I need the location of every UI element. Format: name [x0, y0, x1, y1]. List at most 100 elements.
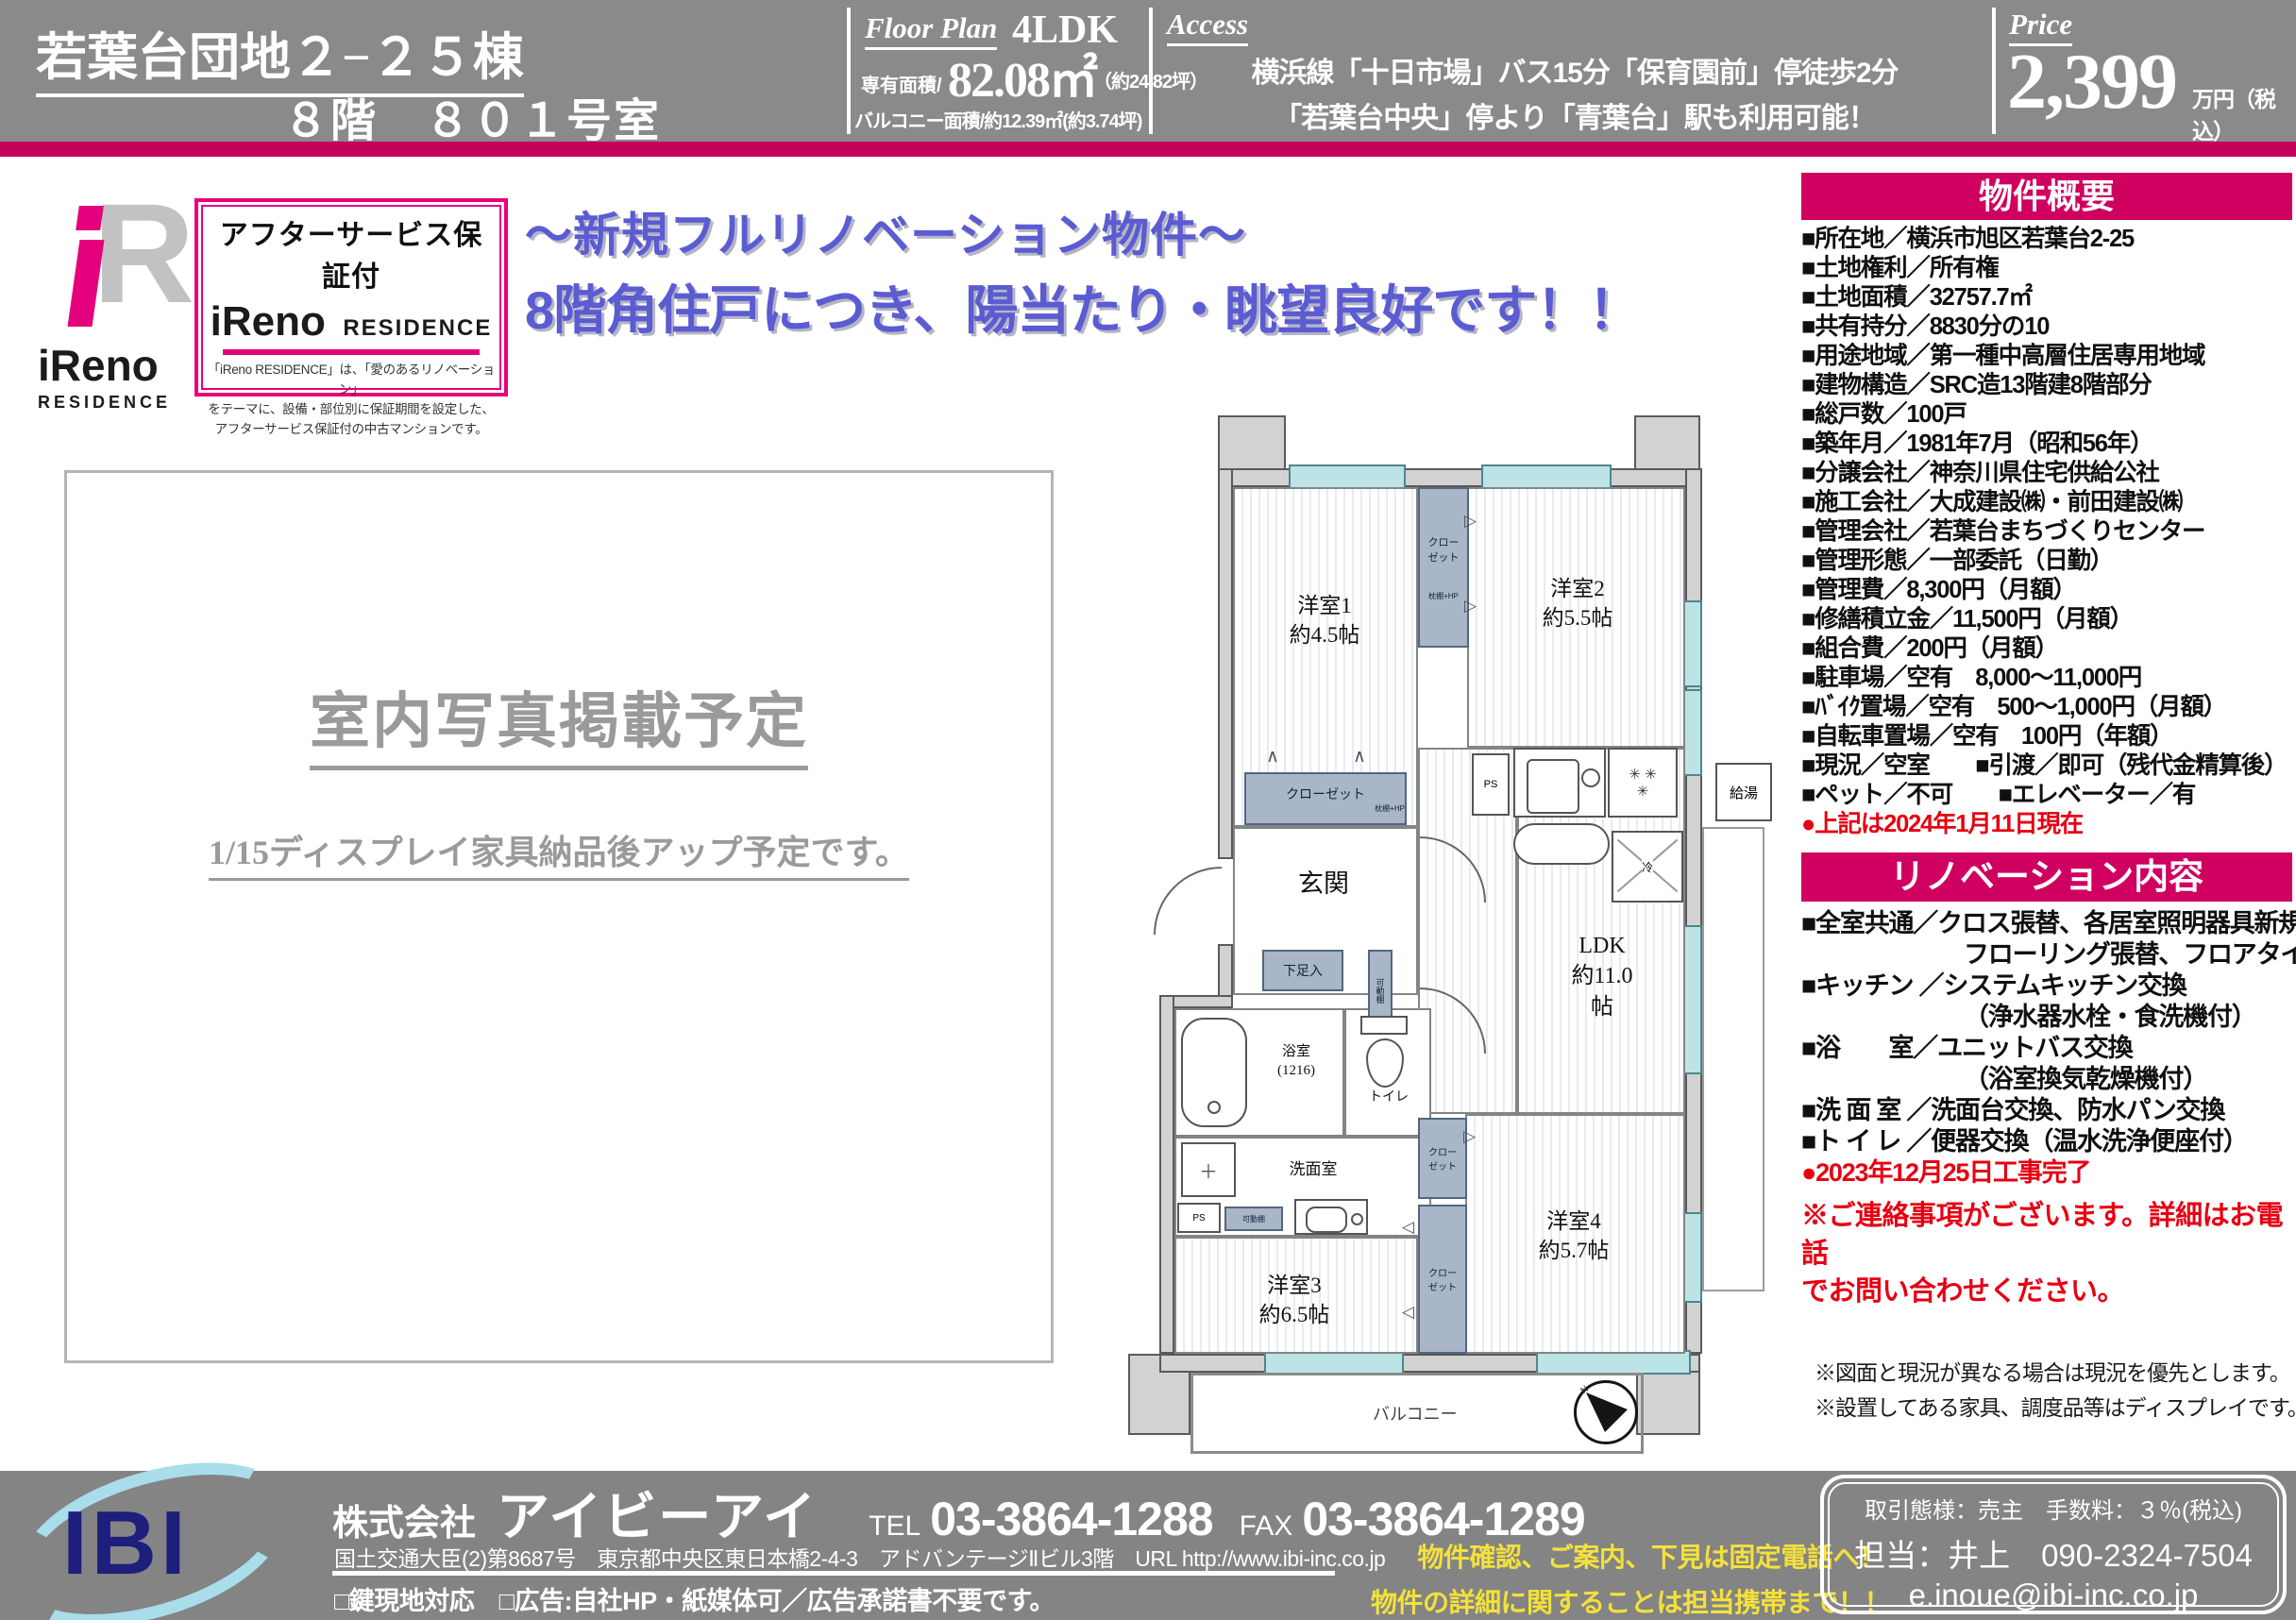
overview-item: ■総戸数／100戸 [1801, 400, 2296, 430]
door-swing-icon: ▷ [1463, 1127, 1476, 1146]
overview-item: ■組合費／200円（月額） [1801, 634, 2296, 664]
kitchen-sink [1513, 748, 1606, 818]
renovation-item: ■洗 面 室 ／洗面台交換、防水パン交換 [1801, 1095, 2296, 1126]
overview-item: ■管理費／8,300円（月額） [1801, 576, 2296, 605]
photo-placeholder: 室内写真掲載予定 1/15ディスプレイ家具納品後アップ予定です。 [64, 470, 1054, 1363]
room4-label: 洋室4 約5.7帖 [1498, 1207, 1649, 1265]
balcony-area: バルコニー面積/約12.39㎡(約3.74坪) [854, 106, 1141, 133]
overview-item: ■所在地／横浜市旭区若葉台2-25 [1801, 225, 2296, 254]
door-swing-icon: ▷ [1464, 597, 1477, 616]
overview-item: ■土地権利／所有権 [1801, 254, 2296, 283]
closet-label: クロー [1428, 1265, 1457, 1279]
after-service-badge: アフターサービス保証付 iReno RESIDENCE 「iReno RESID… [194, 198, 508, 397]
renovation-item: ■浴 室／ユニットバス交換 [1801, 1033, 2296, 1064]
room1-label: 洋室1 約4.5帖 [1249, 591, 1400, 650]
flyer-page: 若葉台団地２−２５棟 ８階 ８０１号室 Floor Plan 4LDK 専有面積… [0, 0, 2296, 1620]
badge-rule [223, 349, 480, 355]
shelf-label: 枕棚+HP [1375, 803, 1405, 814]
window [1683, 1212, 1702, 1303]
ireno-logo-text: iReno [38, 340, 159, 391]
renovation-item: ■全室共通／クロス張替、各居室照明器具新規 [1801, 908, 2296, 939]
ps-label: PS [1484, 779, 1498, 790]
door-swing-icon: ◁ [1402, 1218, 1414, 1237]
property-floor: ８階 ８０１号室 [283, 83, 661, 149]
movable-shelf-label: 可動棚 [1375, 978, 1387, 1004]
shoe-box: 下足入 [1262, 950, 1343, 991]
agent-contact-inner: 取引態様：売主 手数料：３％(税込) 担当：井上 090-2324-7504 e… [1828, 1482, 2279, 1607]
renovation-title-bar: リノベーション内容 [1801, 852, 2292, 902]
renovation-title: リノベーション内容 [1890, 857, 2203, 896]
vanity-sink [1294, 1199, 1368, 1235]
closet-label: クロー [1428, 1144, 1457, 1158]
closet-room1: クローゼット 枕棚+HP [1244, 772, 1407, 825]
disclaimer-line2: ※設置してある家具、調度品等はディスプレイです。 [1815, 1391, 2292, 1426]
fridge-label: 冷 [1642, 859, 1653, 875]
price-unit: 万円（税込） [2192, 81, 2296, 145]
room2-size: 約5.5帖 [1543, 606, 1613, 630]
water-heater-label: 給湯 [1730, 783, 1758, 802]
badge-desc-3: アフターサービス保証付の中古マンションです。 [206, 420, 497, 440]
closet-label: ゼット [1428, 549, 1460, 565]
footer-divider [332, 1571, 1335, 1576]
badge-title: アフターサービス保証付 [206, 211, 497, 295]
overview-item: ■管理会社／若葉台まちづくりセンター [1801, 517, 2296, 547]
overview-item: ■管理形態／一部委託（日勤） [1801, 547, 2296, 576]
ps-label: PS [1192, 1213, 1205, 1223]
ldk-size: 約11.0 [1571, 964, 1632, 988]
overview-item: ■修繕積立金／11,500円（月額） [1801, 605, 2296, 634]
contact-warning-line2: でお問い合わせください。 [1801, 1273, 2296, 1310]
room3-name: 洋室3 [1267, 1274, 1322, 1297]
footer-bar: IBI 株式会社 アイビーアイ TEL 03-3864-1288 FAX 03-… [0, 1471, 2296, 1620]
washroom-label: 洗面室 [1257, 1159, 1370, 1181]
renovation-item: ■ト イ レ ／便器交換（温水洗浄便座付） [1801, 1126, 2296, 1157]
room3-label: 洋室3 約6.5帖 [1219, 1271, 1370, 1329]
area-value: 82.08㎡ [948, 40, 1096, 110]
fixed-phone-notice: 物件確認、ご案内、下見は固定電話へ！ [1417, 1537, 1884, 1575]
area-label: 専有面積/ [861, 70, 942, 97]
overview-list: ■所在地／横浜市旭区若葉台2-25 ■土地権利／所有権 ■土地面積／32757.… [1801, 225, 2296, 839]
catch-copy-line1: ～新規フルリノベーション物件～ [525, 200, 1790, 271]
entrance-label-text: 玄関 [1298, 869, 1349, 898]
agent-name-phone: 担当：井上 090-2324-7504 [1830, 1530, 2277, 1576]
mobile-phone-notice: 物件の詳細に関することは担当携帯まで！！ [1371, 1582, 1890, 1620]
contact-warning: ※ご連絡事項がございます。詳細はお電話 でお問い合わせください。 [1801, 1197, 2296, 1310]
washer-pan-icon: ＋ [1181, 1142, 1236, 1197]
washer-icon: ＋ [1199, 1156, 1218, 1184]
bath-label-1: 浴室 [1282, 1044, 1310, 1059]
header-accent-line [0, 142, 2296, 157]
overview-item: ■現況／空室 ■引渡／即可（残代金精算後） [1801, 751, 2296, 781]
stove: ✳ ✳ ✳ [1608, 748, 1678, 818]
balcony-label: バルコニー [1373, 1401, 1458, 1426]
access-line2: 「若葉台中央」停より「青葉台」駅も利用可能！ [1159, 94, 1990, 136]
door-swing-icon: ◁ [1402, 1303, 1414, 1322]
pipe-space-2: PS [1177, 1203, 1221, 1233]
window [1289, 464, 1406, 489]
access-line1: 横浜線「十日市場」バス15分「保育園前」停徒歩2分 [1159, 49, 1990, 91]
overview-item: ■建物構造／SRC造13階建8階部分 [1801, 371, 2296, 400]
closet-label: クロー [1428, 534, 1460, 549]
entry-door-arc [1154, 867, 1222, 935]
room4-size: 約5.7帖 [1539, 1239, 1610, 1262]
closet-label: ゼット [1428, 1158, 1457, 1173]
entrance-label: 玄関 [1272, 867, 1376, 901]
renovation-list: ■全室共通／クロス張替、各居室照明器具新規 フローリング張替、フロアタイル張替 … [1801, 908, 2296, 1189]
ireno-i-dot-icon [76, 206, 104, 230]
movable-shelf-2: 可動棚 [1224, 1207, 1283, 1231]
ldk-name: LDK [1578, 934, 1625, 958]
kitchen-counter [1513, 823, 1610, 865]
room1-name: 洋室1 [1297, 594, 1352, 617]
window [1683, 925, 1702, 1074]
floor-plan: クロー ゼット 枕棚+HP クローゼット 枕棚+HP 下足入 可動棚 クロー ゼ… [1128, 415, 1798, 1459]
closet-low-2: クロー ゼット [1418, 1205, 1467, 1354]
renovation-complete-note: ●2023年12月25日工事完了 [1801, 1157, 2296, 1189]
overview-item: ■施工会社／大成建設㈱・前田建設㈱ [1801, 488, 2296, 517]
window [1481, 464, 1612, 489]
room2-name: 洋室2 [1550, 577, 1605, 600]
door-swing-icon: ▷ [1464, 512, 1477, 531]
overview-item: ■分譲会社／神奈川県住宅供給公社 [1801, 459, 2296, 488]
license-row: 国土交通大臣(2)第8687号 東京都中央区東日本橋2-4-3 アドバンテージⅡ… [334, 1537, 1884, 1575]
overview-item: ■築年月／1981年7月（昭和56年） [1801, 430, 2296, 459]
room3-size: 約6.5帖 [1259, 1303, 1330, 1326]
toilet-label-text: トイレ [1369, 1090, 1409, 1105]
renovation-item: フローリング張替、フロアタイル張替 [1801, 939, 2296, 970]
